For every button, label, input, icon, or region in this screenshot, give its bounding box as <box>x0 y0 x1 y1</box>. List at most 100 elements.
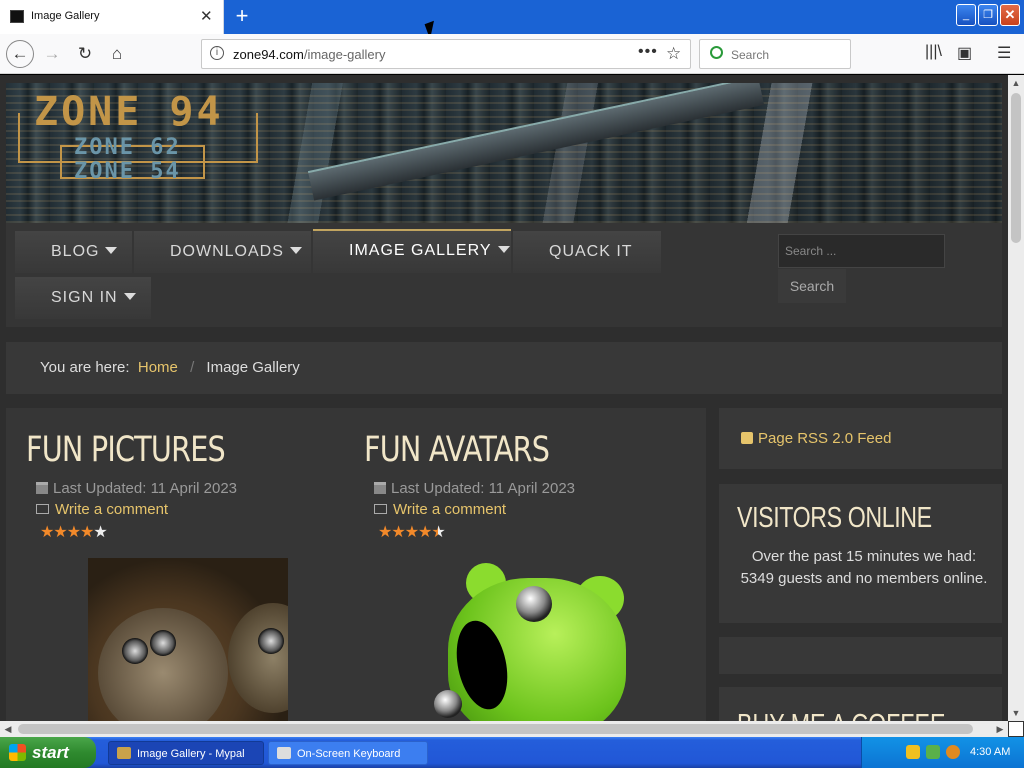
task-label: On-Screen Keyboard <box>297 748 401 760</box>
menu-item-downloads[interactable]: DOWNLOADS <box>134 231 311 273</box>
menu-label: QUACK IT <box>549 243 633 260</box>
logo-subtitle-2: ZONE 54 <box>74 159 181 184</box>
close-window-button[interactable]: ✕ <box>1000 4 1020 26</box>
horizontal-scroll-thumb[interactable] <box>18 724 973 734</box>
keyboard-icon <box>277 747 291 759</box>
fun-pictures-thumbnail[interactable] <box>88 558 288 721</box>
menu-item-sign-in[interactable]: SIGN IN <box>15 277 151 319</box>
reload-icon[interactable]: ↻ <box>73 42 97 66</box>
main-content: FUN PICTURES Last Updated: 11 April 2023… <box>6 408 706 721</box>
comment-icon <box>374 504 387 514</box>
mypal-icon <box>117 747 131 759</box>
scrollbar-corner <box>1008 721 1024 737</box>
sidebar-rss: Page RSS 2.0 Feed <box>719 408 1002 469</box>
gasmask-goggle <box>122 638 148 664</box>
calendar-icon <box>374 482 386 494</box>
page-viewport: ZONE 94 ZONE 62 ZONE 54 BLOG DOWNLOADS I… <box>0 75 1008 721</box>
write-comment-link[interactable]: Write a comment <box>374 501 684 518</box>
taskbar-item-on-screen-keyboard[interactable]: On-Screen Keyboard <box>268 741 428 765</box>
menu-label: SIGN IN <box>51 289 118 306</box>
url-bar[interactable]: i zone94.com/image-gallery ••• ☆ <box>201 39 691 69</box>
bookmark-star-icon[interactable]: ☆ <box>666 44 681 64</box>
breadcrumb-separator: / <box>190 359 195 376</box>
menu-item-quack-it[interactable]: QUACK IT <box>513 231 661 273</box>
url-domain: zone94.com <box>233 47 304 62</box>
site-favicon-icon <box>10 10 24 23</box>
hedgehog-image <box>228 603 288 713</box>
horizontal-scrollbar[interactable]: ◀ ▶ <box>0 721 1008 737</box>
visitors-title: VISITORS ONLINE <box>737 502 932 534</box>
menu-item-image-gallery[interactable]: IMAGE GALLERY <box>313 229 511 273</box>
monster-eye <box>434 690 462 718</box>
scroll-left-icon[interactable]: ◀ <box>0 721 16 737</box>
menu-item-blog[interactable]: BLOG <box>15 231 132 273</box>
comment-icon <box>36 504 49 514</box>
comment-label: Write a comment <box>55 501 169 518</box>
breadcrumb-home-link[interactable]: Home <box>138 359 178 376</box>
back-icon[interactable]: ← <box>6 40 34 68</box>
vertical-scrollbar[interactable]: ▲ ▼ <box>1008 75 1024 721</box>
tab-close-icon[interactable]: ✕ <box>200 7 213 25</box>
chevron-down-icon <box>289 247 302 254</box>
browser-search-input[interactable]: Search <box>699 39 851 69</box>
article-meta: Last Updated: 11 April 2023 <box>374 480 684 497</box>
fun-avatars-thumbnail[interactable] <box>426 558 626 721</box>
search-icon <box>710 46 723 59</box>
article-title[interactable]: FUN PICTURES <box>26 430 288 470</box>
site-search-button[interactable]: Search <box>778 269 846 303</box>
calendar-icon <box>36 482 48 494</box>
article-title[interactable]: FUN AVATARS <box>364 430 626 470</box>
forward-icon[interactable]: → <box>40 42 64 66</box>
scroll-down-icon[interactable]: ▼ <box>1008 705 1024 721</box>
info-icon[interactable]: i <box>210 46 224 60</box>
site-search-input[interactable]: Search ... <box>778 234 945 268</box>
gasmask-goggle <box>150 630 176 656</box>
article-fun-pictures: FUN PICTURES Last Updated: 11 April 2023… <box>26 430 346 542</box>
url-path: /image-gallery <box>303 47 386 62</box>
chevron-down-icon <box>105 247 118 254</box>
rating-stars[interactable]: ★★★★★ <box>378 522 684 542</box>
network-icon[interactable] <box>926 745 940 759</box>
chevron-down-icon <box>497 246 510 253</box>
last-updated: Last Updated: 11 April 2023 <box>53 480 238 497</box>
browser-tab[interactable]: Image Gallery ✕ <box>0 0 224 34</box>
rss-feed-link[interactable]: Page RSS 2.0 Feed <box>741 430 891 447</box>
browser-navbar: ← → ↻ ⌂ i zone94.com/image-gallery ••• ☆… <box>0 34 1024 74</box>
vertical-scroll-thumb[interactable] <box>1011 93 1021 243</box>
search-tray-icon[interactable] <box>946 745 960 759</box>
minimize-button[interactable]: _ <box>956 4 976 26</box>
browser-titlebar: Image Gallery ✕ + _ ❐ ✕ <box>0 0 1024 34</box>
site-logo[interactable]: ZONE 94 <box>34 89 224 135</box>
menu-label: BLOG <box>51 243 100 260</box>
menu-icon[interactable]: ☰ <box>997 43 1011 63</box>
scroll-right-icon[interactable]: ▶ <box>992 721 1008 737</box>
library-icon[interactable]: |||\ <box>925 43 942 61</box>
task-label: Image Gallery - Mypal <box>137 748 245 760</box>
chevron-down-icon <box>123 293 136 300</box>
clock[interactable]: 4:30 AM <box>970 746 1010 758</box>
taskbar-item-mypal[interactable]: Image Gallery - Mypal <box>108 741 264 765</box>
system-tray: 4:30 AM <box>861 737 1024 768</box>
page-actions-icon[interactable]: ••• <box>638 43 658 61</box>
rss-label: Page RSS 2.0 Feed <box>758 430 892 447</box>
url-text[interactable]: zone94.com/image-gallery <box>233 47 385 62</box>
scroll-up-icon[interactable]: ▲ <box>1008 75 1024 91</box>
security-shield-icon[interactable] <box>906 745 920 759</box>
rss-icon <box>741 432 753 444</box>
write-comment-link[interactable]: Write a comment <box>36 501 346 518</box>
site-header-banner[interactable]: ZONE 94 ZONE 62 ZONE 54 <box>6 83 1002 223</box>
sidebar-icon[interactable]: ▣ <box>957 43 972 63</box>
article-meta: Last Updated: 11 April 2023 <box>36 480 346 497</box>
start-button[interactable]: start <box>0 737 96 768</box>
sidebar-buy-me-a-coffee: BUY ME A COFFEE <box>719 687 1002 721</box>
hedgehog-image <box>98 608 228 721</box>
last-updated: Last Updated: 11 April 2023 <box>391 480 576 497</box>
tab-title: Image Gallery <box>31 10 100 22</box>
sidebar-visitors-online: VISITORS ONLINE Over the past 15 minutes… <box>719 484 1002 623</box>
main-menu: BLOG DOWNLOADS IMAGE GALLERY QUACK IT SI… <box>6 223 1002 327</box>
search-placeholder: Search <box>731 48 770 62</box>
rating-stars[interactable]: ★★★★★ <box>40 522 346 542</box>
home-icon[interactable]: ⌂ <box>105 42 129 66</box>
restore-button[interactable]: ❐ <box>978 4 998 26</box>
new-tab-button[interactable]: + <box>230 3 254 29</box>
